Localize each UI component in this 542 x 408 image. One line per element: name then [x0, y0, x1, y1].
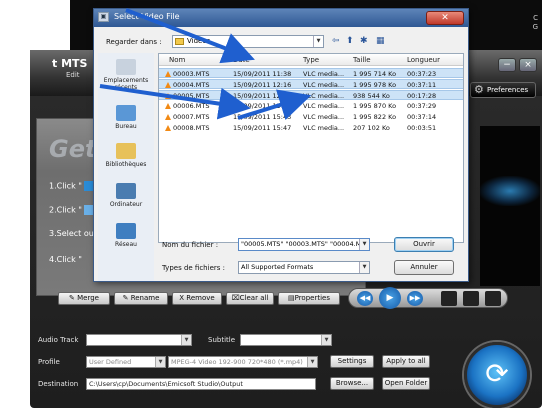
arrow-to-files: [99, 84, 251, 120]
arrow-to-look-in: [125, 8, 255, 64]
arrow-to-selection: [237, 89, 312, 121]
annotation-arrows: [99, 8, 312, 121]
